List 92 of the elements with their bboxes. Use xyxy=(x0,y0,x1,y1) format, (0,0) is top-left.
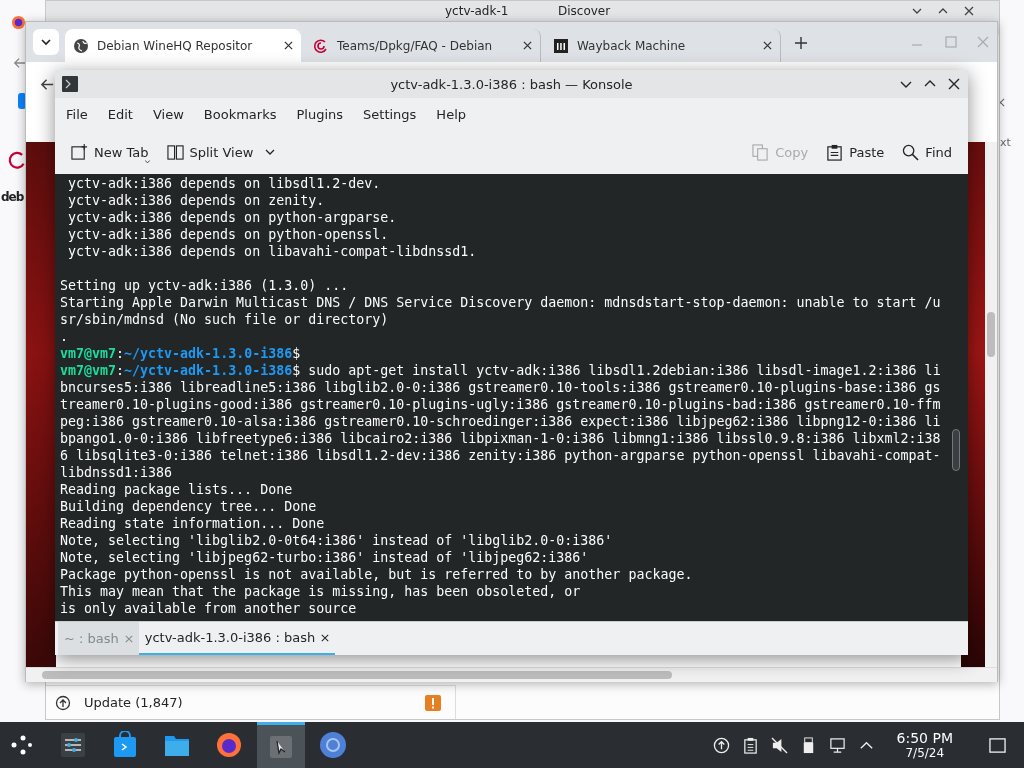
output-line: bncurses5:i386 libreadline5:i386 libglib2.0-0:i386 gstreamer0.10-tools:i386 gstreamer0.10-plugins-base:i386 gs xyxy=(60,380,941,395)
firefox-icon[interactable] xyxy=(11,15,26,30)
output-line: Note, selecting 'libjpeg62-turbo:i386' instead of 'libjpeg62:i386' xyxy=(60,550,589,565)
show-desktop-icon[interactable] xyxy=(989,736,1006,754)
output-line: libdnssd1:i386 xyxy=(60,465,173,480)
output-line: yctv-adk:i386 depends on python-argparse. xyxy=(67,210,397,225)
toolbar-button[interactable]: Split View xyxy=(160,137,282,167)
output-line: Setting up yctv-adk:i386 (1.3.0) ... xyxy=(60,278,349,293)
output-line: 6 libsqlite3-0:i386 telnet:i386 libsdl1.2-dev:i386 zenity:i386 python-argparse python-openssl libavahi-compat- xyxy=(60,448,941,463)
maximize-icon[interactable] xyxy=(938,6,948,16)
output-line: bpango1.0-0:i386 libfreetype6:i386 libcairo2:i386 libpixman-1-0:i386 libmng1:i386 libssl0.9.8:i386 libxml2:i38 xyxy=(60,431,941,446)
menu-item[interactable]: File xyxy=(66,106,88,122)
clock[interactable]: 6:50 PM 7/5/24 xyxy=(896,730,953,760)
menu-item[interactable]: Plugins xyxy=(296,106,344,122)
menu-item[interactable]: Edit xyxy=(107,106,133,122)
output-line: yctv-adk:i386 depends on python-openssl. xyxy=(67,227,389,242)
output-line: Reading package lists... Done xyxy=(60,482,293,497)
firefox-icon xyxy=(215,731,243,759)
output-line: Package python-openssl is not available, but is referred to by another package. xyxy=(60,567,693,582)
prompt-user: vm7@vm7 xyxy=(60,346,117,361)
search-icon xyxy=(902,143,920,161)
logo-text: deb xyxy=(1,190,24,204)
caret-icon xyxy=(41,37,51,47)
new-tab-icon[interactable] xyxy=(795,37,807,49)
scrollbar[interactable] xyxy=(985,142,997,668)
toolbar-button[interactable]: Paste xyxy=(820,137,891,167)
prompt-symbol: $ xyxy=(292,363,301,378)
scrollbar[interactable] xyxy=(26,667,997,682)
toolbar-button[interactable]: New Tab xyxy=(65,137,155,167)
taskbar-app[interactable] xyxy=(257,722,305,768)
copy-icon xyxy=(752,143,770,161)
prompt-user: vm7@vm7 xyxy=(60,363,117,378)
close-icon[interactable] xyxy=(964,6,974,16)
terminal-icon xyxy=(62,76,78,92)
output-line: Starting Apple Darwin Multicast DNS / DNS Service Discovery daemon: mdnsdstart-stop-daemon: unable to start /u xyxy=(60,295,941,310)
output-line: Reading state information... Done xyxy=(60,516,325,531)
chromium-icon xyxy=(319,731,347,759)
output-line: yctv-adk:i386 depends on libsdl1.2-dev. xyxy=(67,176,381,191)
muted-speaker-icon[interactable] xyxy=(770,736,788,754)
prompt-path: ~/yctv-adk-1.3.0-i386 xyxy=(124,363,293,378)
launcher-icon[interactable] xyxy=(9,733,33,757)
caret-icon xyxy=(145,160,150,164)
close-tab-icon[interactable] xyxy=(284,41,293,50)
caret-icon xyxy=(265,149,276,155)
browser-tab[interactable]: Debian WineHQ Repositor xyxy=(65,29,301,62)
side-text: xt xyxy=(1000,136,1011,149)
prompt-path: ~/yctv-adk-1.3.0-i386 xyxy=(124,346,293,361)
split-view-icon xyxy=(166,143,184,161)
prompt-symbol: $ xyxy=(292,346,301,361)
sliders-icon xyxy=(59,731,87,759)
window-title: yctv-adk-1 xyxy=(445,4,509,18)
tab-list-button[interactable] xyxy=(33,29,59,55)
output-line: yctv-adk:i386 depends on libavahi-compat-libdnssd1. xyxy=(67,244,477,259)
update-icon[interactable] xyxy=(712,736,730,754)
clipboard-icon[interactable] xyxy=(741,736,759,754)
back-arrow-icon[interactable] xyxy=(40,77,55,92)
menu-item[interactable]: Settings xyxy=(363,106,417,122)
output-line: Note, selecting 'libglib2.0-0t64:i386' instead of 'libglib2.0-0:i386' xyxy=(60,533,613,548)
clipboard-icon xyxy=(826,143,844,161)
window-title: Discover xyxy=(558,4,611,18)
output-line: This may mean that the package is missing, has been obsoleted, or xyxy=(60,584,581,599)
prompt-separator: : xyxy=(116,363,125,378)
close-tab-icon[interactable] xyxy=(321,633,330,642)
swirl-icon xyxy=(313,37,329,54)
minimize-icon[interactable] xyxy=(912,6,922,16)
close-tab-icon[interactable] xyxy=(763,41,772,50)
output-line: peg:i386 gstreamer0.10-alsa:i386 gstreamer0.10-schroedinger:i386 expect:i386 libjpeg62:i386 libpng12-0:i386 li xyxy=(60,414,941,429)
globe-icon xyxy=(73,37,89,54)
output-line: . xyxy=(60,329,68,344)
prompt-separator: : xyxy=(116,346,125,361)
new-tab-icon xyxy=(71,143,88,161)
toolbar-button[interactable]: Find xyxy=(896,137,958,167)
output-line: yctv-adk:i386 depends on zenity. xyxy=(67,193,325,208)
window-title: yctv-adk-1.3.0-i386 : bash — Konsole xyxy=(390,76,633,92)
menu-item[interactable]: Bookmarks xyxy=(203,106,277,122)
output-line: sr/sbin/mdnsd (No such file or directory) xyxy=(60,312,389,327)
shopping-bag-icon xyxy=(111,731,139,759)
building-icon xyxy=(553,37,569,54)
output-line: is only available from another source xyxy=(60,601,357,616)
close-tab-icon[interactable] xyxy=(523,41,532,50)
menu-item[interactable]: Help xyxy=(436,106,466,122)
output-line: Building dependency tree... Done xyxy=(60,499,317,514)
command-text: sudo apt-get install yctv-adk:i386 libsdl1.2debian:i386 libsdl-image1.2:i386 li xyxy=(307,363,941,378)
close-icon[interactable] xyxy=(948,78,960,90)
update-label: Update (1,847) xyxy=(84,695,183,710)
network-icon[interactable] xyxy=(828,736,846,754)
update-bar[interactable]: Update (1,847) xyxy=(46,685,456,719)
scrollbar-thumb[interactable] xyxy=(952,429,960,471)
update-icon xyxy=(55,694,71,711)
menu-item[interactable]: View xyxy=(152,106,184,122)
output-line: treamer0.10-plugins-good:i386 gstreamer0.10-plugins-ugly:i386 gstreamer0.10-plugins-bad:i386 gstreamer0.10-ffm xyxy=(60,397,941,412)
warning-icon xyxy=(425,694,441,711)
